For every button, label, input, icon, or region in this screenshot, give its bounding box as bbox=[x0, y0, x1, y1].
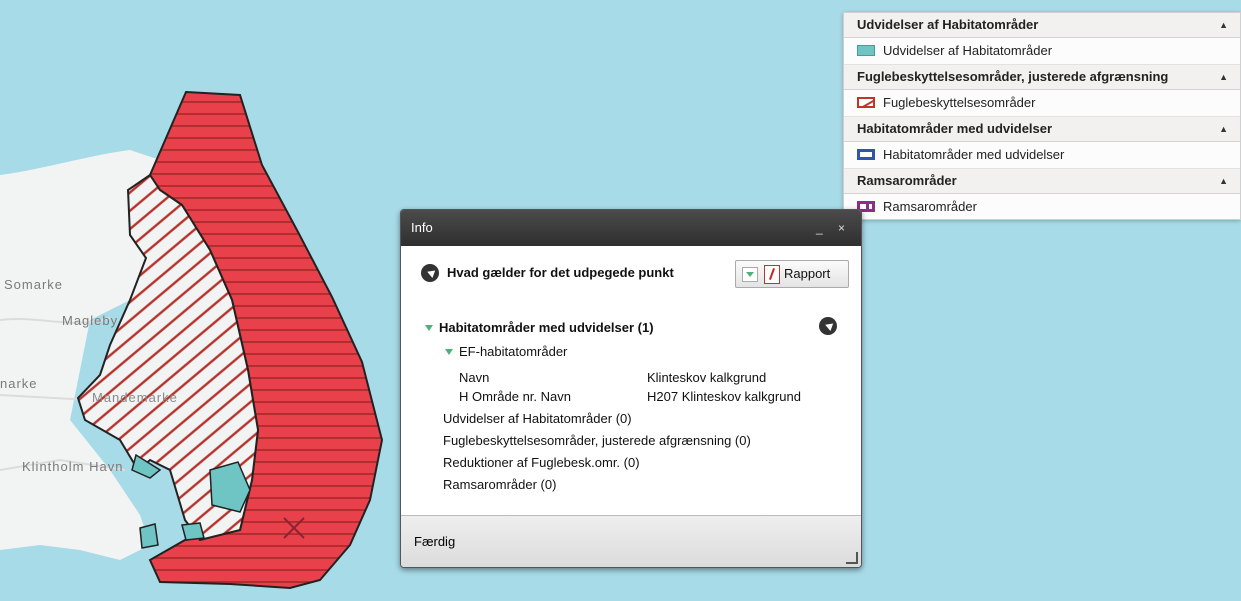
map-label-klintholm-havn: Klintholm Havn bbox=[22, 459, 124, 474]
group-label: Habitatområder med udvidelser (1) bbox=[439, 320, 654, 335]
legend-section-header[interactable]: Udvidelser af Habitatområder ▲ bbox=[844, 13, 1240, 38]
legend-item-label: Habitatområder med udvidelser bbox=[883, 147, 1065, 162]
legend-item: Ramsarområder bbox=[844, 194, 1240, 220]
legend-item: Fuglebeskyttelsesområder bbox=[844, 90, 1240, 117]
dropdown-icon[interactable] bbox=[742, 267, 758, 282]
info-window-title: Info bbox=[411, 220, 433, 235]
legend-item: Udvidelser af Habitatområder bbox=[844, 38, 1240, 65]
window-controls[interactable]: _ × bbox=[816, 210, 851, 246]
legend-section-header[interactable]: Ramsarområder ▲ bbox=[844, 169, 1240, 194]
layer-result-item[interactable]: Fuglebeskyttelsesområder, justerede afgr… bbox=[443, 433, 751, 448]
triangle-up-icon[interactable]: ▲ bbox=[1219, 169, 1228, 193]
pdf-icon bbox=[764, 265, 780, 284]
triangle-up-icon[interactable]: ▲ bbox=[1219, 13, 1228, 37]
zoom-to-feature-icon[interactable] bbox=[819, 317, 837, 335]
map-label-somarke: Somarke bbox=[4, 277, 64, 292]
legend-item-label: Ramsarområder bbox=[883, 199, 977, 214]
subgroup-label: EF-habitatområder bbox=[459, 344, 568, 359]
legend-item-label: Udvidelser af Habitatområder bbox=[883, 43, 1053, 58]
info-title-bar[interactable]: Info _ × bbox=[401, 210, 861, 246]
legend-panel: Udvidelser af Habitatområder ▲ Udvidelse… bbox=[843, 12, 1241, 220]
legend-section-title: Ramsarområder bbox=[857, 173, 957, 188]
report-button-label: Rapport bbox=[784, 266, 831, 281]
back-arrow-icon[interactable] bbox=[421, 264, 439, 282]
teal-fill-swatch-icon bbox=[857, 45, 875, 57]
map-label-magleby: Magleby bbox=[62, 313, 119, 328]
legend-section-header[interactable]: Habitatområder med udvidelser ▲ bbox=[844, 117, 1240, 142]
group-toggle[interactable]: Habitatområder med udvidelser (1) bbox=[425, 320, 654, 335]
info-window: Info _ × Hvad gælder for det udpegede pu… bbox=[400, 209, 862, 568]
status-text: Færdig bbox=[414, 534, 456, 549]
attribute-value: Klinteskov kalkgrund bbox=[647, 370, 767, 385]
map-label-mandemarke: Mandemarke bbox=[92, 390, 178, 405]
attribute-key: Navn bbox=[459, 370, 490, 385]
legend-section-title: Habitatområder med udvidelser bbox=[857, 121, 1053, 136]
attribute-key: H Område nr. Navn bbox=[459, 389, 571, 404]
legend-item: Habitatområder med udvidelser bbox=[844, 142, 1240, 169]
subgroup-toggle[interactable]: EF-habitatområder bbox=[445, 344, 567, 359]
map-label-narke: narke bbox=[0, 376, 38, 391]
layer-result-item[interactable]: Udvidelser af Habitatområder (0) bbox=[443, 411, 632, 426]
attribute-value: H207 Klinteskov kalkgrund bbox=[647, 389, 801, 404]
report-button[interactable]: Rapport bbox=[735, 260, 849, 288]
info-heading: Hvad gælder for det udpegede punkt bbox=[447, 265, 674, 280]
red-hatch-swatch-icon bbox=[857, 97, 875, 109]
triangle-up-icon[interactable]: ▲ bbox=[1219, 117, 1228, 141]
expand-triangle-icon bbox=[445, 348, 453, 355]
triangle-up-icon[interactable]: ▲ bbox=[1219, 65, 1228, 89]
resize-grip-icon[interactable] bbox=[846, 552, 858, 564]
info-footer: Færdig bbox=[401, 515, 861, 567]
info-body: Hvad gælder for det udpegede punkt Rappo… bbox=[401, 246, 861, 516]
legend-item-label: Fuglebeskyttelsesområder bbox=[883, 95, 1036, 110]
layer-result-item[interactable]: Ramsarområder (0) bbox=[443, 477, 556, 492]
blue-outline-swatch-icon bbox=[857, 149, 875, 161]
layer-result-item[interactable]: Reduktioner af Fuglebesk.omr. (0) bbox=[443, 455, 640, 470]
legend-section-title: Udvidelser af Habitatområder bbox=[857, 17, 1039, 32]
legend-section-title: Fuglebeskyttelsesområder, justerede afgr… bbox=[857, 69, 1169, 84]
expand-triangle-icon bbox=[425, 324, 433, 331]
legend-section-header[interactable]: Fuglebeskyttelsesområder, justerede afgr… bbox=[844, 65, 1240, 90]
